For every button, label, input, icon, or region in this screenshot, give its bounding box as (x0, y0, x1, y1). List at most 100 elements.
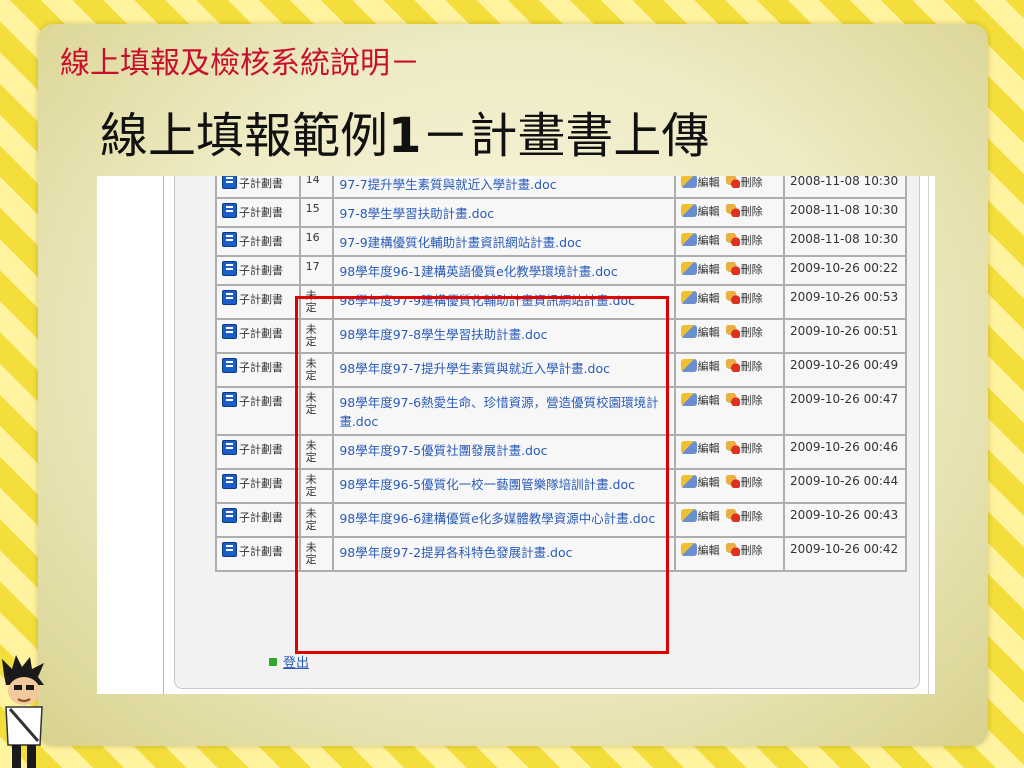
edit-icon (680, 543, 697, 556)
row-type-label: 子計劃書 (239, 327, 283, 340)
delete-label: 刪除 (740, 510, 763, 523)
edit-icon (680, 176, 697, 188)
delete-button[interactable]: 刪除 (720, 441, 763, 455)
delete-button[interactable]: 刪除 (720, 359, 763, 373)
logout-link[interactable]: 登出 (269, 652, 309, 671)
row-number: 未定 (298, 502, 335, 538)
table-row: 子計劃書 14 97-7提升學生素質與就近入學計畫.doc 編輯 刪除 2008-11-0… (215, 176, 907, 199)
document-icon (222, 290, 237, 305)
delete-button[interactable]: 刪除 (720, 543, 763, 557)
edit-button[interactable]: 編輯 (680, 262, 720, 276)
edit-button[interactable]: 編輯 (680, 233, 720, 247)
row-file-link[interactable]: 97-8學生學習扶助計畫.doc (332, 197, 676, 228)
row-file-link[interactable]: 97-9建構優質化輔助計畫資訊網站計畫.doc (332, 226, 676, 257)
delete-button[interactable]: 刪除 (720, 262, 763, 276)
delete-label: 刪除 (740, 292, 763, 305)
edit-label: 編輯 (697, 205, 720, 218)
row-type-cell: 子計劃書 (215, 502, 301, 538)
edit-button[interactable]: 編輯 (680, 176, 720, 189)
document-icon (222, 392, 237, 407)
title-number: 1 (388, 108, 422, 164)
document-icon (222, 176, 237, 189)
delete-label: 刪除 (740, 394, 763, 407)
edit-icon (680, 204, 697, 217)
row-type-label: 子計劃書 (239, 443, 283, 456)
delete-button[interactable]: 刪除 (720, 393, 763, 407)
row-actions: 編輯 刪除 (673, 468, 786, 504)
row-file-link[interactable]: 98學年度97-5優質社團發展計畫.doc (332, 434, 676, 470)
row-datetime: 2009-10-26 00:51 (783, 318, 907, 354)
edit-label: 編輯 (697, 394, 720, 407)
row-actions: 編輯 刪除 (673, 176, 786, 199)
delete-label: 刪除 (740, 205, 763, 218)
row-actions: 編輯 刪除 (673, 318, 786, 354)
row-file-link[interactable]: 98學年度96-1建構英語優質e化教學環境計畫.doc (332, 255, 676, 286)
row-type-cell: 子計劃書 (215, 468, 301, 504)
edit-label: 編輯 (697, 176, 720, 189)
edit-icon (680, 233, 697, 246)
row-type-cell: 子計劃書 (215, 197, 301, 228)
row-type-cell: 子計劃書 (215, 176, 301, 199)
delete-label: 刪除 (740, 476, 763, 489)
delete-button[interactable]: 刪除 (720, 233, 763, 247)
document-icon (222, 440, 237, 455)
delete-button[interactable]: 刪除 (720, 204, 763, 218)
row-file-link[interactable]: 98學年度97-6熱愛生命、珍惜資源，營造優質校園環境計畫.doc (332, 386, 676, 436)
document-icon (222, 358, 237, 373)
row-actions: 編輯 刪除 (673, 536, 786, 572)
table-row: 子計劃書 未定 98學年度96-5優質化一校一藝團管樂隊培訓計畫.doc 編輯 刪除 20… (215, 468, 907, 504)
row-file-link[interactable]: 98學年度97-2提昇各科特色發展計畫.doc (332, 536, 676, 572)
row-type-label: 子計劃書 (239, 477, 283, 490)
edit-button[interactable]: 編輯 (680, 393, 720, 407)
document-icon (222, 474, 237, 489)
row-number: 14 (298, 176, 335, 199)
row-number: 未定 (298, 284, 335, 320)
delete-button[interactable]: 刪除 (720, 176, 763, 189)
edit-button[interactable]: 編輯 (680, 475, 720, 489)
row-number: 未定 (298, 386, 335, 436)
row-actions: 編輯 刪除 (673, 284, 786, 320)
edit-button[interactable]: 編輯 (680, 509, 720, 523)
row-actions: 編輯 刪除 (673, 434, 786, 470)
row-type-label: 子計劃書 (239, 511, 283, 524)
slide-subtitle: 線上填報及檢核系統說明－ (60, 46, 420, 81)
row-number: 未定 (298, 352, 335, 388)
row-datetime: 2008-11-08 10:30 (783, 226, 907, 257)
delete-icon (725, 176, 740, 188)
row-file-link[interactable]: 98學年度96-5優質化一校一藝團管樂隊培訓計畫.doc (332, 468, 676, 504)
table-row: 子計劃書 未定 98學年度97-2提昇各科特色發展計畫.doc 編輯 刪除 2009-10… (215, 536, 907, 572)
edit-label: 編輯 (697, 476, 720, 489)
delete-button[interactable]: 刪除 (720, 325, 763, 339)
edit-button[interactable]: 編輯 (680, 543, 720, 557)
edit-label: 編輯 (697, 510, 720, 523)
delete-icon (725, 262, 740, 275)
row-file-link[interactable]: 98學年度96-6建構優質e化多媒體教學資源中心計畫.doc (332, 502, 676, 538)
delete-icon (725, 233, 740, 246)
table-row: 子計劃書 未定 98學年度96-6建構優質e化多媒體教學資源中心計畫.doc 編輯 刪除… (215, 502, 907, 538)
row-type-label: 子計劃書 (239, 545, 283, 558)
row-number: 未定 (298, 536, 335, 572)
delete-button[interactable]: 刪除 (720, 475, 763, 489)
delete-button[interactable]: 刪除 (720, 509, 763, 523)
edit-button[interactable]: 編輯 (680, 359, 720, 373)
edit-label: 編輯 (697, 263, 720, 276)
row-actions: 編輯 刪除 (673, 502, 786, 538)
row-datetime: 2009-10-26 00:43 (783, 502, 907, 538)
delete-icon (725, 509, 740, 522)
document-icon (222, 261, 237, 276)
row-file-link[interactable]: 98學年度97-9建構優質化輔助計畫資訊網站計畫.doc (332, 284, 676, 320)
edit-button[interactable]: 編輯 (680, 291, 720, 305)
delete-button[interactable]: 刪除 (720, 291, 763, 305)
row-file-link[interactable]: 98學年度97-8學生學習扶助計畫.doc (332, 318, 676, 354)
edit-button[interactable]: 編輯 (680, 441, 720, 455)
title-prefix: 線上填報範例 (100, 108, 389, 164)
row-type-label: 子計劃書 (239, 206, 283, 219)
row-file-link[interactable]: 97-7提升學生素質與就近入學計畫.doc (332, 176, 676, 199)
row-file-link[interactable]: 98學年度97-7提升學生素質與就近入學計畫.doc (332, 352, 676, 388)
cartoon-boy-mascot (2, 655, 44, 768)
row-type-cell: 子計劃書 (215, 386, 301, 436)
table-row: 子計劃書 17 98學年度96-1建構英語優質e化教學環境計畫.doc 編輯 刪除 200… (215, 255, 907, 286)
edit-button[interactable]: 編輯 (680, 325, 720, 339)
edit-button[interactable]: 編輯 (680, 204, 720, 218)
edit-icon (680, 441, 697, 454)
